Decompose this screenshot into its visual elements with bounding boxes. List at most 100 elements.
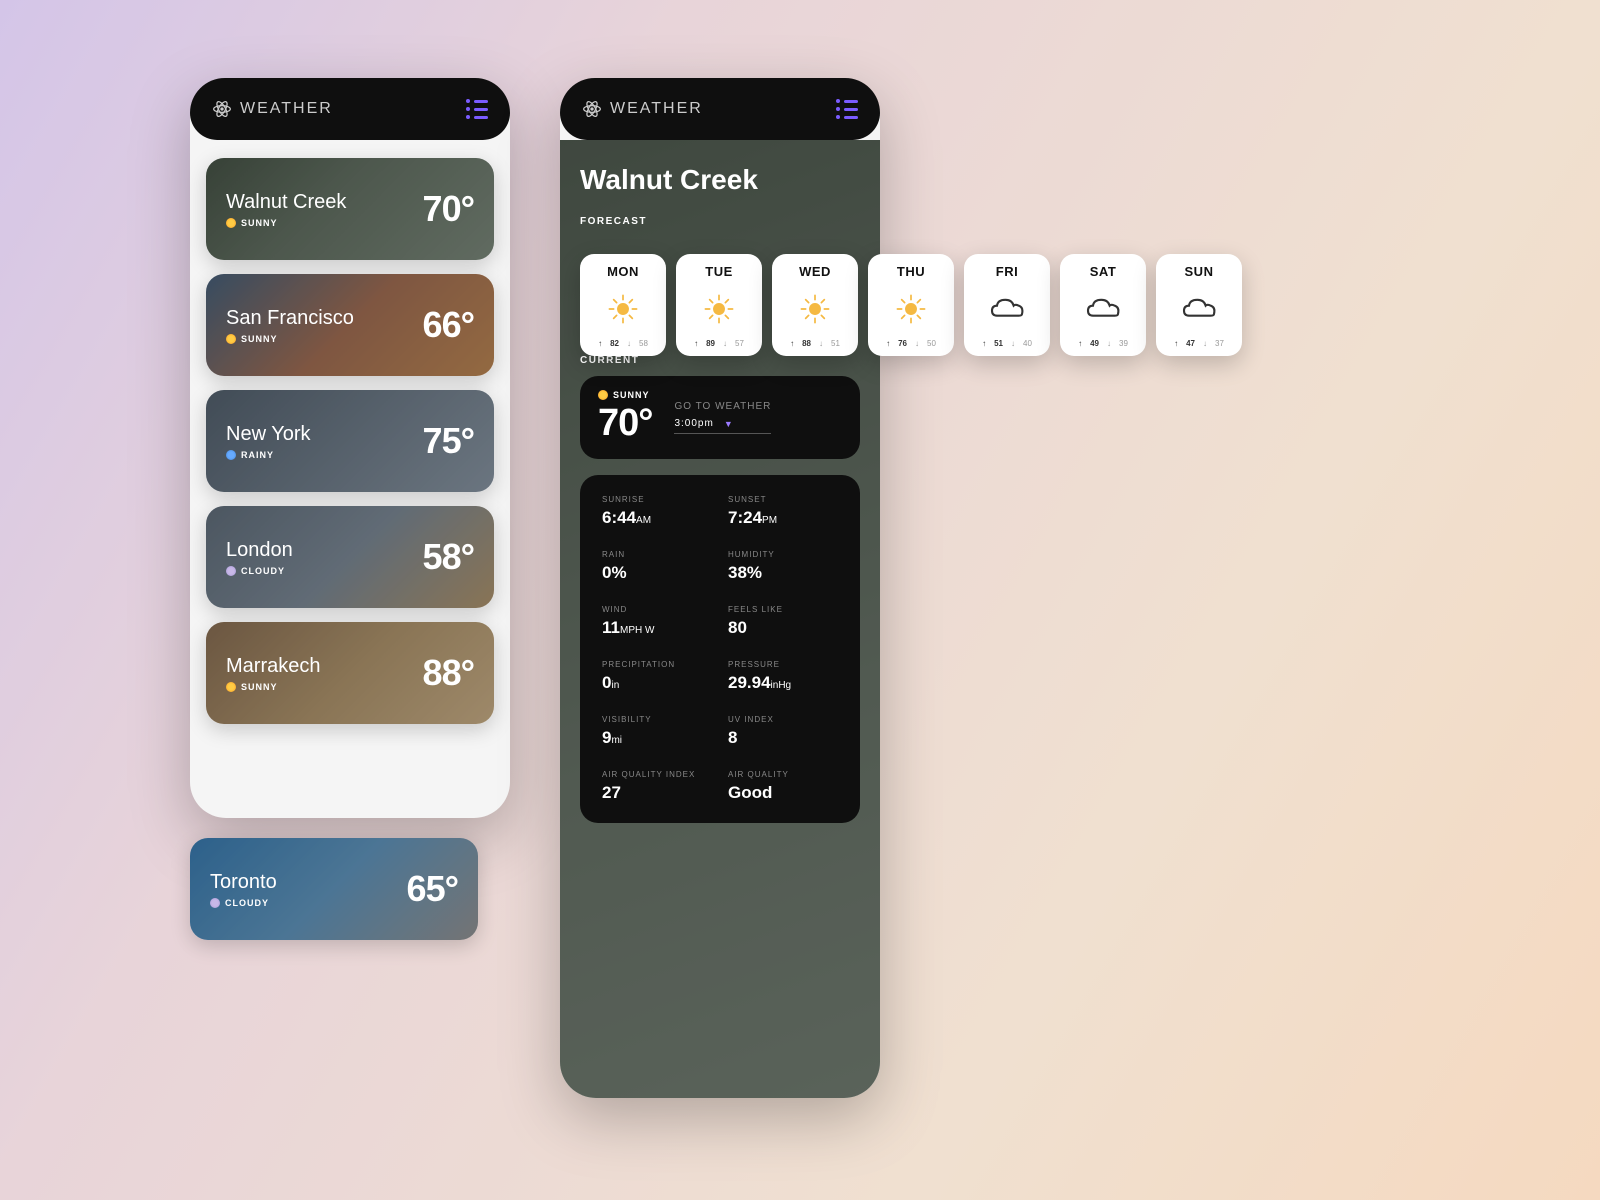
cloud-icon [1083,294,1123,324]
sunny-icon [226,218,236,228]
forecast-row[interactable]: MON ↑82 ↓58 TUE ↑89 ↓57 WED ↑88 ↓51 THU … [580,254,1242,356]
city-name: Toronto [210,871,277,894]
forecast-day: TUE [705,264,733,279]
arrow-down-icon: ↓ [723,339,727,348]
stat-sunrise: SUNRISE 6:44AM [602,495,712,528]
stat-value: 80 [728,618,838,638]
stat-label: RAIN [602,550,712,559]
forecast-temps: ↑51 ↓40 [982,339,1032,348]
forecast-card[interactable]: MON ↑82 ↓58 [580,254,666,356]
city-card[interactable]: Walnut Creek SUNNY 70° [206,158,494,260]
current-temp: 70° [598,402,652,445]
stats-box: SUNRISE 6:44AM SUNSET 7:24PM RAIN 0% HUM… [580,475,860,823]
forecast-card[interactable]: SAT ↑49 ↓39 [1060,254,1146,356]
stat-rain: RAIN 0% [602,550,712,583]
forecast-card[interactable]: THU ↑76 ↓50 [868,254,954,356]
stat-value: 0% [602,563,712,583]
city-card[interactable]: San Francisco SUNNY 66° [206,274,494,376]
city-condition: CLOUDY [226,566,293,576]
stat-value: Good [728,783,838,803]
stat-value: 0in [602,673,712,693]
phone-city-list: WEATHER Walnut Creek SUNNY 70° San Franc… [190,78,510,818]
stat-aq: AIR QUALITY Good [728,770,838,803]
arrow-up-icon: ↑ [598,339,602,348]
city-name: London [226,539,293,562]
arrow-down-icon: ↓ [915,339,919,348]
city-condition: CLOUDY [210,898,277,908]
stat-label: HUMIDITY [728,550,838,559]
city-name: New York [226,423,311,446]
stat-value: 7:24PM [728,508,838,528]
city-temp: 70° [423,188,474,230]
forecast-day: THU [897,264,925,279]
app-title: WEATHER [240,100,333,118]
forecast-day: MON [607,264,639,279]
stat-value: 29.94inHg [728,673,838,693]
cloud-icon [987,294,1027,324]
stat-label: PRECIPITATION [602,660,712,669]
arrow-up-icon: ↑ [1174,339,1178,348]
sun-icon [606,292,640,326]
city-card[interactable]: New York RAINY 75° [206,390,494,492]
stat-humidity: HUMIDITY 38% [728,550,838,583]
forecast-card[interactable]: FRI ↑51 ↓40 [964,254,1050,356]
forecast-card[interactable]: WED ↑88 ↓51 [772,254,858,356]
sun-icon [798,292,832,326]
sunny-icon [226,682,236,692]
list-toggle-button[interactable] [466,99,488,119]
app-header: WEATHER [560,78,880,140]
stat-label: FEELS LIKE [728,605,838,614]
arrow-down-icon: ↓ [1107,339,1111,348]
stat-value: 8 [728,728,838,748]
stat-feels: FEELS LIKE 80 [728,605,838,638]
stat-wind: WIND 11MPH W [602,605,712,638]
cloudy-icon [226,566,236,576]
city-name: Walnut Creek [226,191,346,214]
city-temp: 88° [423,652,474,694]
arrow-down-icon: ↓ [1203,339,1207,348]
forecast-temps: ↑49 ↓39 [1078,339,1128,348]
dropdown-icon: ▼ [724,419,734,429]
stat-visibility: VISIBILITY 9mi [602,715,712,748]
stat-label: AIR QUALITY INDEX [602,770,712,779]
city-card[interactable]: Toronto CLOUDY 65° [190,838,478,940]
stat-sunset: SUNSET 7:24PM [728,495,838,528]
stat-aqi: AIR QUALITY INDEX 27 [602,770,712,803]
city-temp: 65° [407,868,458,910]
forecast-day: SAT [1090,264,1117,279]
atom-icon [212,99,232,119]
list-toggle-button[interactable] [836,99,858,119]
phone-city-detail: WEATHER Walnut Creek FORECAST CURRENT SU… [560,78,880,1098]
app-title: WEATHER [610,100,703,118]
stat-value: 9mi [602,728,712,748]
current-label: CURRENT [580,355,860,366]
stat-value: 27 [602,783,712,803]
cloud-icon [1179,294,1219,324]
city-condition: SUNNY [226,334,354,344]
forecast-card[interactable]: SUN ↑47 ↓37 [1156,254,1242,356]
app-header: WEATHER [190,78,510,140]
city-card[interactable]: London CLOUDY 58° [206,506,494,608]
time-value: 3:00pm [674,418,713,429]
forecast-card[interactable]: TUE ↑89 ↓57 [676,254,762,356]
atom-icon [582,99,602,119]
stat-value: 6:44AM [602,508,712,528]
city-condition: SUNNY [226,218,346,228]
current-condition-text: SUNNY [613,390,650,400]
stat-label: WIND [602,605,712,614]
stat-label: AIR QUALITY [728,770,838,779]
app-title-group: WEATHER [212,99,333,119]
sun-icon [702,292,736,326]
stat-uv: UV INDEX 8 [728,715,838,748]
city-card[interactable]: Marrakech SUNNY 88° [206,622,494,724]
forecast-temps: ↑88 ↓51 [790,339,840,348]
stat-label: UV INDEX [728,715,838,724]
time-select[interactable]: 3:00pm ▼ [674,418,771,434]
stat-value: 38% [728,563,838,583]
city-list: Walnut Creek SUNNY 70° San Francisco SUN… [190,140,510,742]
stat-precip: PRECIPITATION 0in [602,660,712,693]
cloudy-icon [210,898,220,908]
arrow-up-icon: ↑ [790,339,794,348]
arrow-down-icon: ↓ [819,339,823,348]
city-condition: RAINY [226,450,311,460]
